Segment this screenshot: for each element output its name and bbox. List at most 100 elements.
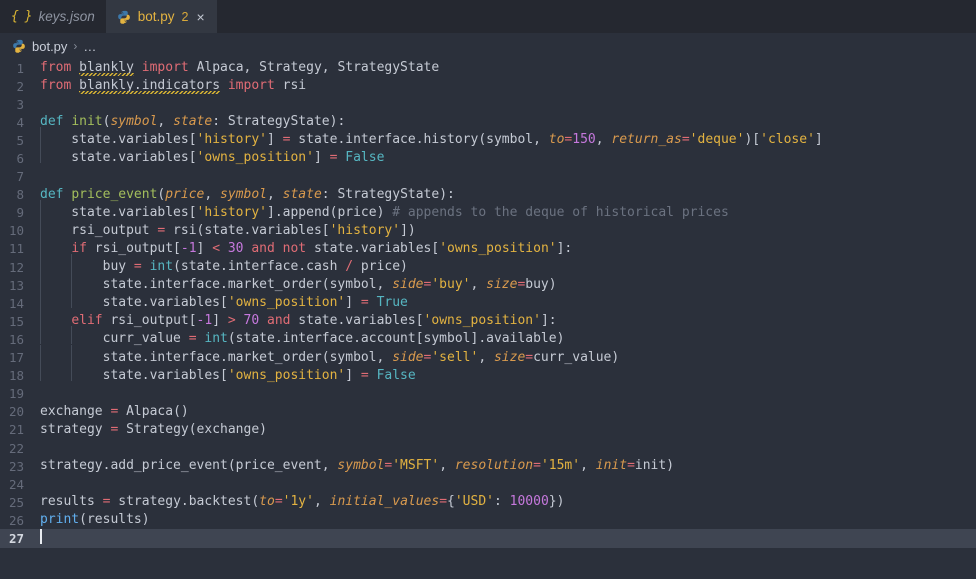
code-token: def bbox=[40, 114, 72, 130]
code-line[interactable]: 26 print(results) bbox=[0, 511, 976, 529]
code-token: state.variables[ bbox=[40, 150, 197, 166]
code-line[interactable]: 24 bbox=[0, 475, 976, 493]
code-token: ] bbox=[313, 150, 330, 166]
tab-bot-py[interactable]: bot.py 2 × bbox=[105, 0, 217, 33]
code-line[interactable]: 5 state.variables['history'] = state.int… bbox=[0, 127, 976, 149]
code-token: Alpaca, Strategy, StrategyState bbox=[196, 60, 440, 75]
line-number: 24 bbox=[8, 476, 24, 492]
code-token: state.interface.history(symbol, bbox=[290, 132, 549, 148]
code-line[interactable]: 19 bbox=[0, 385, 976, 403]
code-line[interactable]: 25 results = strategy.backtest(to='1y', i… bbox=[0, 493, 976, 511]
code-token: (results) bbox=[79, 512, 150, 528]
code-line[interactable]: 8 def price_event(price, symbol, state: S… bbox=[0, 186, 976, 204]
code-token: buy) bbox=[525, 277, 557, 293]
code-line[interactable]: 7 bbox=[0, 168, 976, 186]
code-token: rsi bbox=[282, 78, 307, 94]
code-line[interactable]: 10 rsi_output = rsi(state.variables['his… bbox=[0, 217, 976, 240]
code-line[interactable]: 16 curr_value = int(state.interface.acco… bbox=[0, 326, 976, 348]
code-token: ] bbox=[196, 240, 213, 256]
code-line-content: print(results) bbox=[40, 511, 976, 529]
code-line[interactable]: 4 def init(symbol, state: StrategyState): bbox=[0, 113, 976, 131]
code-token: Alpaca() bbox=[118, 403, 189, 419]
code-token: 'history' bbox=[196, 132, 267, 148]
code-token: 70 bbox=[243, 313, 260, 329]
code-token: rsi_output[ bbox=[86, 240, 181, 256]
code-token: '15m' bbox=[540, 458, 581, 474]
code-token: : bbox=[494, 494, 510, 510]
code-line-content: state.interface.market_order(symbol, sid… bbox=[40, 344, 976, 367]
code-line[interactable]: 3 bbox=[0, 95, 976, 113]
code-line[interactable]: 23 strategy.add_price_event(price_event, … bbox=[0, 457, 976, 475]
code-token: elif bbox=[71, 313, 103, 329]
code-line-content: results = strategy.backtest(to='1y', ini… bbox=[40, 493, 976, 511]
code-token: to bbox=[259, 494, 275, 510]
code-token: 10000 bbox=[509, 494, 549, 510]
code-token: state.variables[ bbox=[290, 313, 424, 329]
code-line[interactable]: 11 if rsi_output[-1] < 30 and not state.… bbox=[0, 235, 976, 258]
code-line-content: state.variables['owns_position'] = False bbox=[40, 362, 976, 385]
code-line-content: from blankly import Alpaca, Strategy, St… bbox=[40, 59, 976, 77]
code-token: , bbox=[478, 349, 494, 365]
close-icon[interactable]: × bbox=[196, 10, 206, 24]
line-number: 5 bbox=[16, 132, 24, 148]
code-token: 'owns_position' bbox=[439, 240, 557, 256]
code-line-content: buy = int(state.interface.cash / price) bbox=[40, 254, 976, 276]
line-number: 6 bbox=[16, 151, 24, 167]
code-token: int bbox=[204, 331, 228, 347]
line-number: 13 bbox=[8, 277, 24, 293]
code-line[interactable]: 20 exchange = Alpaca() bbox=[0, 403, 976, 421]
code-line[interactable]: 13 state.interface.market_order(symbol, … bbox=[0, 272, 976, 294]
code-token: blankly bbox=[79, 60, 134, 75]
code-line[interactable]: 14 state.variables['owns_position'] = Tr… bbox=[0, 290, 976, 312]
code-token: state.interface.market_order(symbol, bbox=[40, 277, 393, 293]
code-token: size bbox=[493, 349, 526, 365]
code-line-content: state.variables['owns_position'] = False bbox=[40, 145, 976, 167]
code-token: state.interface.market_order(symbol, bbox=[40, 349, 393, 365]
code-line-content: elif rsi_output[-1] > 70 and state.varia… bbox=[40, 308, 976, 330]
code-line[interactable]: 6 state.variables['owns_position'] = Fal… bbox=[0, 145, 976, 167]
code-token: 30 bbox=[227, 240, 244, 256]
code-token: False bbox=[376, 367, 416, 383]
code-token: symbol bbox=[337, 458, 385, 474]
code-line-content: strategy.add_price_event(price_event, sy… bbox=[40, 457, 976, 475]
code-line-content: if rsi_output[-1] < 30 and not state.var… bbox=[40, 235, 976, 258]
line-number: 10 bbox=[8, 223, 24, 239]
code-token: , bbox=[595, 132, 612, 148]
line-number: 18 bbox=[8, 368, 24, 384]
json-braces-icon: { } bbox=[11, 9, 33, 24]
code-token: 'buy' bbox=[431, 277, 471, 293]
code-line[interactable]: 21 strategy = Strategy(exchange) bbox=[0, 421, 976, 439]
code-token: curr_value bbox=[40, 331, 189, 347]
code-editor[interactable]: 1 from blankly import Alpaca, Strategy, S… bbox=[0, 59, 976, 579]
code-token: , bbox=[439, 458, 455, 474]
code-line[interactable]: 12 buy = int(state.interface.cash / pric… bbox=[0, 254, 976, 276]
code-token: ]: bbox=[540, 313, 557, 329]
tab-keys-json[interactable]: { } keys.json bbox=[0, 0, 106, 33]
breadcrumb-file[interactable]: bot.py bbox=[32, 39, 67, 54]
code-token: 'owns_position' bbox=[423, 313, 541, 329]
code-line[interactable]: 1 from blankly import Alpaca, Strategy, S… bbox=[0, 59, 976, 77]
code-token: ]) bbox=[400, 222, 416, 238]
code-line[interactable]: 2 from blankly.indicators import rsi bbox=[0, 77, 976, 95]
breadcrumb-overflow[interactable]: … bbox=[83, 39, 97, 54]
code-token: > bbox=[227, 313, 236, 329]
code-line[interactable]: 9 state.variables['history'].append(pric… bbox=[0, 199, 976, 222]
code-line[interactable]: 18 state.variables['owns_position'] = Fa… bbox=[0, 362, 976, 385]
code-token: = bbox=[274, 494, 283, 510]
code-line[interactable]: 15 elif rsi_output[-1] > 70 and state.va… bbox=[0, 308, 976, 330]
code-line[interactable]: 17 state.interface.market_order(symbol, … bbox=[0, 344, 976, 367]
code-line-content: rsi_output = rsi(state.variables['histor… bbox=[40, 217, 976, 240]
code-token: 'history' bbox=[329, 222, 401, 238]
vscode-window: { } keys.json bot.py 2 × bot.py › … 1 fr… bbox=[0, 0, 976, 579]
code-token: { bbox=[447, 494, 455, 510]
code-line[interactable]: 27 bbox=[0, 529, 976, 548]
line-number: 27 bbox=[8, 530, 24, 546]
code-line[interactable]: 22 bbox=[0, 439, 976, 457]
code-line-content: state.interface.market_order(symbol, sid… bbox=[40, 272, 976, 294]
